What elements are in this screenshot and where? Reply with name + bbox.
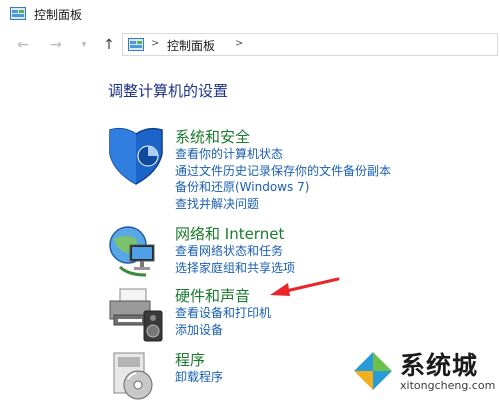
link-network-status[interactable]: 查看网络状态和任务 [175,243,295,260]
red-arrow-annotation [270,277,340,296]
window-title: 控制面板 [34,8,83,22]
forward-arrow-icon[interactable]: → [47,36,65,54]
category-title[interactable]: 程序 [175,349,205,370]
control-panel-icon [128,38,144,51]
address-bar[interactable]: > 控制面板 > [122,33,498,56]
up-arrow-icon[interactable]: ↑ [100,36,118,54]
watermark-url: xitongcheng.com [400,379,496,392]
title-bar: 控制面板 [0,0,500,26]
category-title[interactable]: 网络和 Internet [175,223,284,244]
category-title[interactable]: 硬件和声音 [175,285,250,306]
link-add-device[interactable]: 添加设备 [175,322,271,339]
network-globe-icon[interactable] [106,223,166,283]
category-links: 查看网络状态和任务 选择家庭组和共享选项 [175,243,295,276]
link-troubleshoot[interactable]: 查找并解决问题 [175,196,391,213]
category-links: 卸载程序 [175,369,223,386]
link-view-computer-status[interactable]: 查看你的计算机状态 [175,146,391,163]
link-backup-restore[interactable]: 备份和还原(Windows 7) [175,179,391,196]
chevron-down-icon[interactable]: ▾ [75,36,93,54]
link-devices-printers[interactable]: 查看设备和打印机 [175,305,271,322]
xitongcheng-logo-icon [349,347,397,395]
breadcrumb-separator[interactable]: > [235,38,243,49]
watermark: 系统城 xitongcheng.com [348,344,498,398]
category-links: 查看你的计算机状态 通过文件历史记录保存你的文件备份副本 备份和还原(Windo… [175,146,391,212]
link-file-history-backup[interactable]: 通过文件历史记录保存你的文件备份副本 [175,163,391,180]
breadcrumb-separator[interactable]: > [151,38,159,49]
link-homegroup-sharing[interactable]: 选择家庭组和共享选项 [175,260,295,277]
printer-speaker-icon[interactable] [106,285,166,345]
breadcrumb-control-panel[interactable]: 控制面板 [167,37,215,54]
page-heading: 调整计算机的设置 [108,82,229,100]
control-panel-icon [10,7,26,20]
category-title[interactable]: 系统和安全 [175,126,250,147]
back-arrow-icon[interactable]: ← [14,36,32,54]
programs-disc-icon[interactable] [106,349,166,400]
category-links: 查看设备和打印机 添加设备 [175,305,271,338]
watermark-text: 系统城 [400,351,479,380]
link-uninstall-program[interactable]: 卸载程序 [175,369,223,386]
control-panel-window: 控制面板 ← → ▾ ↑ > 控制面板 > 调整计算机的设置 系统和安全 查看你… [0,0,500,400]
navigation-bar: ← → ▾ ↑ > 控制面板 > [0,30,500,60]
shield-icon[interactable] [106,126,166,186]
